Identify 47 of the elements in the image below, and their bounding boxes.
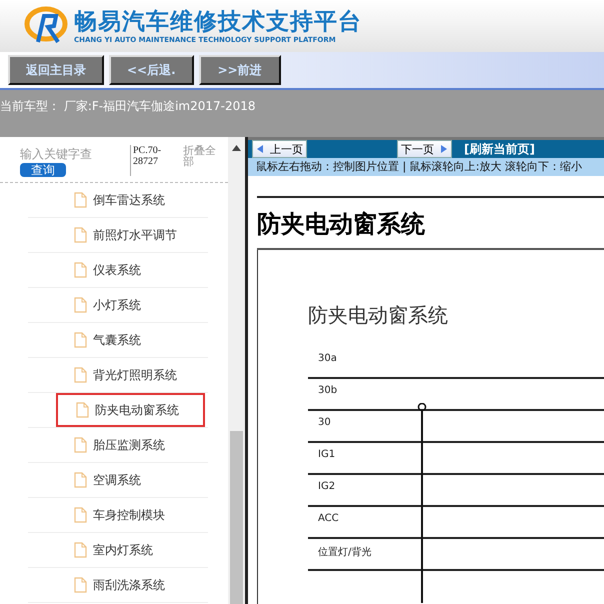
sidebar-item[interactable]: 防夹电动窗系统	[56, 393, 205, 427]
bus-label: 30	[318, 417, 331, 430]
sidebar-item[interactable]: 仪表系统	[28, 253, 208, 287]
refresh-link[interactable]: [刷新当前页]	[464, 140, 535, 158]
bus-label: 30a	[318, 353, 337, 366]
sidebar-item[interactable]: 空调系统	[28, 463, 208, 497]
document-icon	[74, 367, 87, 383]
site-title: 畅易汽车维修技术支持平台	[74, 8, 362, 36]
left-arrow-icon	[256, 144, 264, 154]
bus-label: IG2	[318, 481, 336, 494]
diagram-title: 防夹电动窗系统	[308, 302, 449, 329]
document-icon	[74, 262, 87, 278]
page-title: 防夹电动窗系统	[257, 196, 604, 250]
sidebar-item[interactable]: 车身控制模块	[28, 498, 208, 532]
scrollbar[interactable]	[228, 137, 245, 604]
code-label: PC.70-28727	[130, 145, 177, 176]
document-icon	[74, 297, 87, 313]
document-icon	[74, 542, 87, 558]
search-button[interactable]: 查询	[20, 163, 66, 177]
scrollbar-thumb[interactable]	[230, 431, 243, 604]
document-icon	[74, 227, 87, 243]
sidebar-item[interactable]: 背光灯照明系统	[28, 358, 208, 392]
bus-label: IG1	[318, 449, 336, 462]
prev-page-button[interactable]: 上一页	[252, 140, 307, 158]
bus-label: 30b	[318, 385, 338, 398]
next-page-button[interactable]: 下一页	[397, 140, 452, 158]
document-icon	[74, 192, 87, 208]
document-icon	[74, 577, 87, 593]
bus-label: 位置灯/背光	[318, 546, 372, 560]
sidebar-item[interactable]: 雨刮洗涤系统	[28, 568, 208, 602]
sidebar-item[interactable]: 小灯系统	[28, 288, 208, 322]
sidebar-item[interactable]: 前照灯水平调节	[28, 218, 208, 252]
hint-text: 鼠标左右拖动：控制图片位置 | 鼠标滚轮向上:放大 滚轮向下：缩小	[248, 158, 604, 176]
logo-icon	[24, 6, 68, 46]
document-icon	[74, 437, 87, 453]
scroll-up-icon[interactable]	[232, 145, 241, 151]
car-model-label: 当前车型： 厂家:F-福田汽车伽途im2017-2018	[0, 90, 604, 137]
document-icon	[74, 332, 87, 348]
sidebar-item[interactable]: 胎压监测系统	[28, 428, 208, 462]
document-icon	[74, 472, 87, 488]
document-icon	[74, 507, 87, 523]
sidebar-item[interactable]: 室内灯系统	[28, 533, 208, 567]
sidebar-item[interactable]: 气囊系统	[28, 323, 208, 357]
bus-label: ACC	[318, 513, 339, 526]
sidebar-item[interactable]: 倒车雷达系统	[28, 183, 208, 217]
right-arrow-icon	[440, 144, 448, 154]
document-icon	[76, 402, 89, 418]
